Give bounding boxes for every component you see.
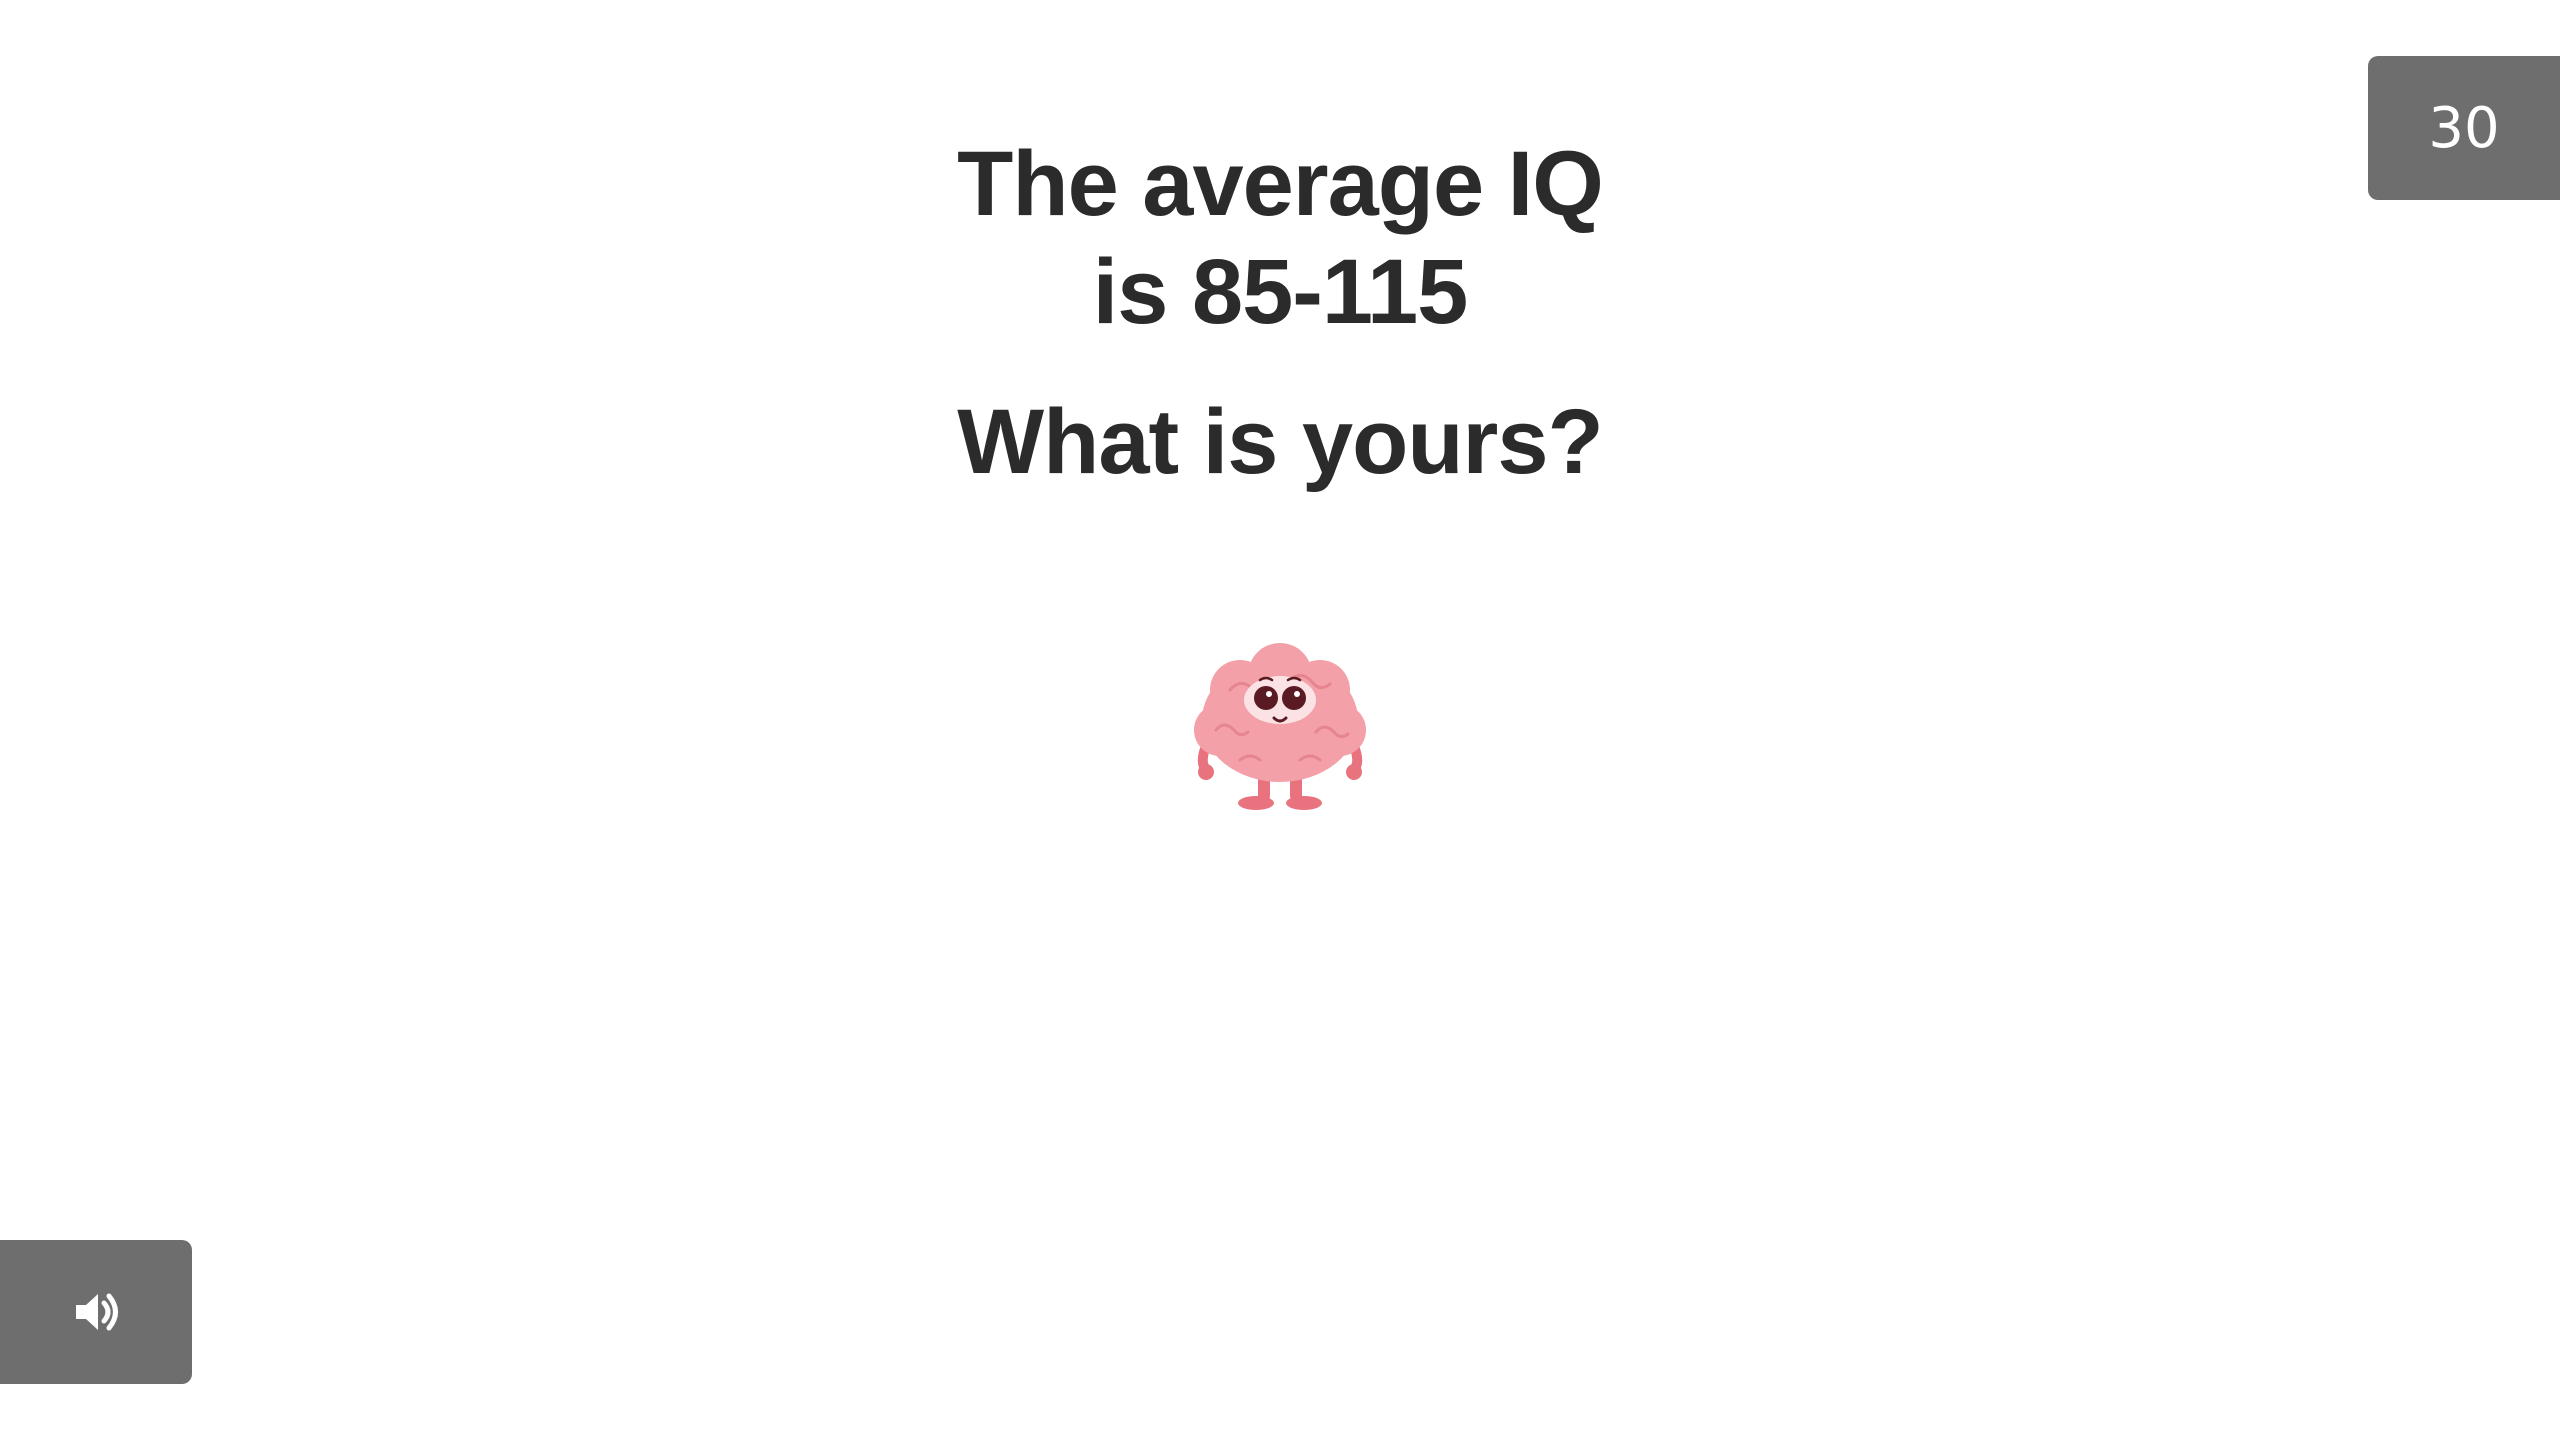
headline-line-2: is 85-115: [0, 238, 2560, 346]
headline-prefix: is: [1092, 241, 1192, 343]
question-text: What is yours?: [957, 391, 1603, 493]
brain-mascot-icon: [1180, 620, 1380, 820]
headline-line-1: The average IQ: [957, 133, 1604, 235]
headline: The average IQ is 85-115: [0, 130, 2560, 346]
timer-value: 30: [2428, 95, 2500, 161]
speaker-volume-icon: [76, 1293, 118, 1331]
sound-toggle-button[interactable]: [0, 1240, 192, 1384]
quiz-intro-screen: The average IQ is 85-115 What is yours?: [0, 0, 2560, 1440]
iq-range-value: 85-115: [1191, 241, 1468, 343]
timer-badge: 30: [2368, 56, 2560, 200]
